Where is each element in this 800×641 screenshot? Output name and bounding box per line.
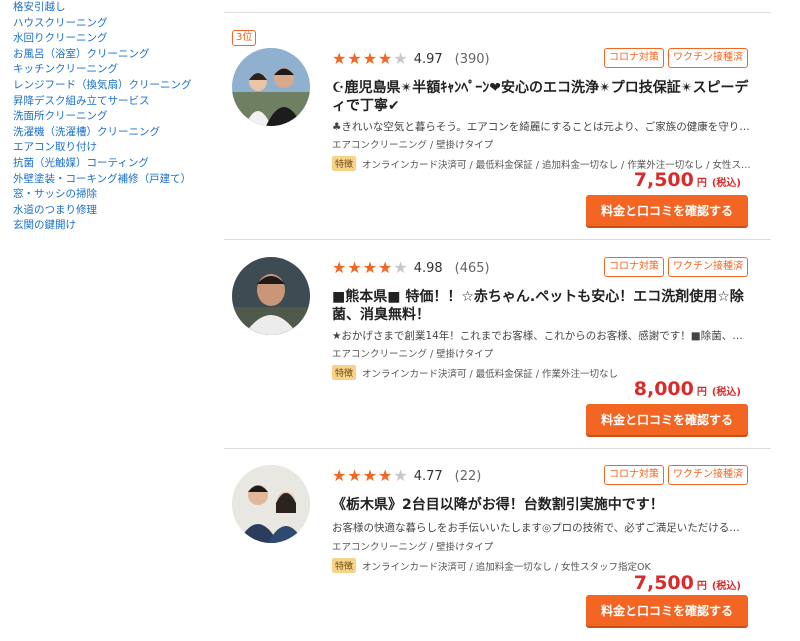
price-amount: 8,000: [633, 378, 694, 400]
sidebar-link[interactable]: 外壁塗装・コーキング補修（戸建て）: [13, 172, 218, 188]
price-tax: (税込): [711, 581, 741, 592]
rating: ★ ★ ★ ★ ★ 4.77 (22): [332, 468, 481, 484]
provider-photo[interactable]: [232, 48, 310, 126]
star-icon: ★: [332, 258, 347, 277]
sidebar-link[interactable]: お風呂（浴室）クリーニング: [13, 47, 218, 63]
star-icon: ★: [362, 258, 378, 277]
rating: ★ ★ ★ ★ ★ 4.98 (465): [332, 260, 490, 276]
price-tax: (税込): [711, 387, 741, 398]
review-count: (390): [454, 51, 490, 67]
sidebar-link[interactable]: エアコン取り付け: [13, 140, 218, 156]
sidebar-link[interactable]: 水回りクリーニング: [13, 31, 218, 47]
sidebar-link[interactable]: 窓・サッシの掃除: [13, 187, 218, 203]
star-icon: ★: [332, 49, 347, 68]
review-count: (465): [454, 260, 490, 276]
listing-card[interactable]: ★ ★ ★ ★ ★ 4.77 (22) コロナ対策 ワクチン接種済 《栃木県》2…: [224, 430, 771, 641]
star-icon: ★: [362, 466, 378, 485]
feature-list: オンラインカード決済可 / 最低料金保証 / 作業外注一切なし: [362, 368, 618, 380]
star-icon: ★: [347, 49, 362, 68]
rating: ★ ★ ★ ★ ★ 4.97 (390): [332, 51, 490, 67]
listing-title[interactable]: 《栃木県》2台目以降がお得！台数割引実施中です！: [332, 496, 752, 514]
feature-tag: 特徴: [332, 365, 357, 380]
listing-category: エアコンクリーニング / 壁掛けタイプ: [332, 349, 494, 360]
star-icon: ★: [393, 49, 408, 68]
sidebar-link[interactable]: 玄関の鍵開け: [13, 218, 218, 234]
listing-category: エアコンクリーニング / 壁掛けタイプ: [332, 542, 494, 553]
covid-badge: コロナ対策: [604, 257, 664, 277]
sidebar-link[interactable]: 洗面所クリーニング: [13, 109, 218, 125]
rating-score: 4.98: [413, 260, 443, 276]
sidebar-link[interactable]: 水道のつまり修理: [13, 203, 218, 219]
listing-description: ♣きれいな空気と暮らそう。エアコンを綺麗にすることは元より、ご家族の健康を守り…: [332, 121, 750, 133]
listing-title[interactable]: ■熊本県■ 特価！！☆赤ちゃん.ペットも安心！エコ洗剤使用☆除菌、消臭無料！: [332, 288, 752, 324]
vaccine-badge: ワクチン接種済: [668, 257, 748, 277]
sidebar-link[interactable]: 昇降デスク組み立てサービス: [13, 94, 218, 110]
sidebar-link[interactable]: 格安引越し: [13, 0, 218, 16]
listing-category: エアコンクリーニング / 壁掛けタイプ: [332, 140, 494, 151]
star-icon: ★: [378, 466, 393, 485]
price-amount: 7,500: [633, 572, 694, 594]
provider-photo-image: [232, 48, 310, 126]
badges: コロナ対策 ワクチン接種済: [604, 465, 748, 485]
provider-photo[interactable]: [232, 465, 310, 543]
feature-row: 特徴 オンラインカード決済可 / 追加料金一切なし / 女性スタッフ指定OK: [332, 558, 752, 573]
rank-badge: 3位: [232, 30, 257, 46]
sidebar-link[interactable]: ハウスクリーニング: [13, 16, 218, 32]
vaccine-badge: ワクチン接種済: [668, 465, 748, 485]
sidebar-link[interactable]: レンジフード（換気扇）クリーニング: [13, 78, 218, 94]
sidebar-link[interactable]: 抗菌（光触媒）コーティング: [13, 156, 218, 172]
sidebar-category-links: 格安引越し ハウスクリーニング 水回りクリーニング お風呂（浴室）クリーニング …: [13, 0, 218, 234]
feature-tag: 特徴: [332, 156, 357, 171]
star-icon: ★: [347, 466, 362, 485]
price-yen: 円: [696, 581, 707, 592]
price: 7,500 円 (税込): [634, 169, 741, 191]
star-icon: ★: [393, 466, 408, 485]
star-icon: ★: [378, 258, 393, 277]
vaccine-badge: ワクチン接種済: [668, 48, 748, 68]
star-icon: ★: [347, 258, 362, 277]
price-yen: 円: [696, 387, 707, 398]
price: 7,500 円 (税込): [634, 572, 741, 594]
price-yen: 円: [696, 178, 707, 189]
listing-title[interactable]: ☪鹿児島県✴半額ｷｬﾝﾍﾟｰﾝ❤安心のエコ洗浄✴プロ技保証✴スピーディで丁寧✔: [332, 79, 752, 115]
listing-card[interactable]: ★ ★ ★ ★ ★ 4.98 (465) コロナ対策 ワクチン接種済 ■熊本県■…: [224, 222, 771, 448]
star-icon: ★: [362, 49, 378, 68]
price-amount: 7,500: [633, 169, 694, 191]
provider-photo-image: [232, 257, 310, 335]
review-count: (22): [454, 468, 482, 484]
sidebar-link[interactable]: キッチンクリーニング: [13, 62, 218, 78]
price-tax: (税込): [711, 178, 741, 189]
price: 8,000 円 (税込): [634, 378, 741, 400]
star-icon: ★: [378, 49, 393, 68]
rating-score: 4.77: [413, 468, 443, 484]
provider-photo[interactable]: [232, 257, 310, 335]
check-price-reviews-button[interactable]: 料金と口コミを確認する: [586, 595, 748, 626]
listing-description: ★おかげさまで創業14年！これまでお客様、これからのお客様、感謝です！■除菌、…: [332, 330, 743, 342]
star-icon: ★: [332, 466, 347, 485]
provider-photo-image: [232, 465, 310, 543]
listing-card[interactable]: 3位 ★ ★ ★ ★ ★ 4.97 (390) コロナ対策 ワクチン接種済 ☪鹿…: [224, 13, 771, 239]
badges: コロナ対策 ワクチン接種済: [604, 257, 748, 277]
sidebar-link[interactable]: 洗濯機（洗濯槽）クリーニング: [13, 125, 218, 141]
feature-tag: 特徴: [332, 558, 357, 573]
star-icon: ★: [393, 258, 408, 277]
rating-score: 4.97: [413, 51, 443, 67]
listing-description: お客様の快適な暮らしをお手伝いいたします◎プロの技術で、必ずご満足いただける…: [332, 522, 740, 534]
covid-badge: コロナ対策: [604, 465, 664, 485]
feature-list: オンラインカード決済可 / 追加料金一切なし / 女性スタッフ指定OK: [362, 561, 651, 573]
badges: コロナ対策 ワクチン接種済: [604, 48, 748, 68]
covid-badge: コロナ対策: [604, 48, 664, 68]
